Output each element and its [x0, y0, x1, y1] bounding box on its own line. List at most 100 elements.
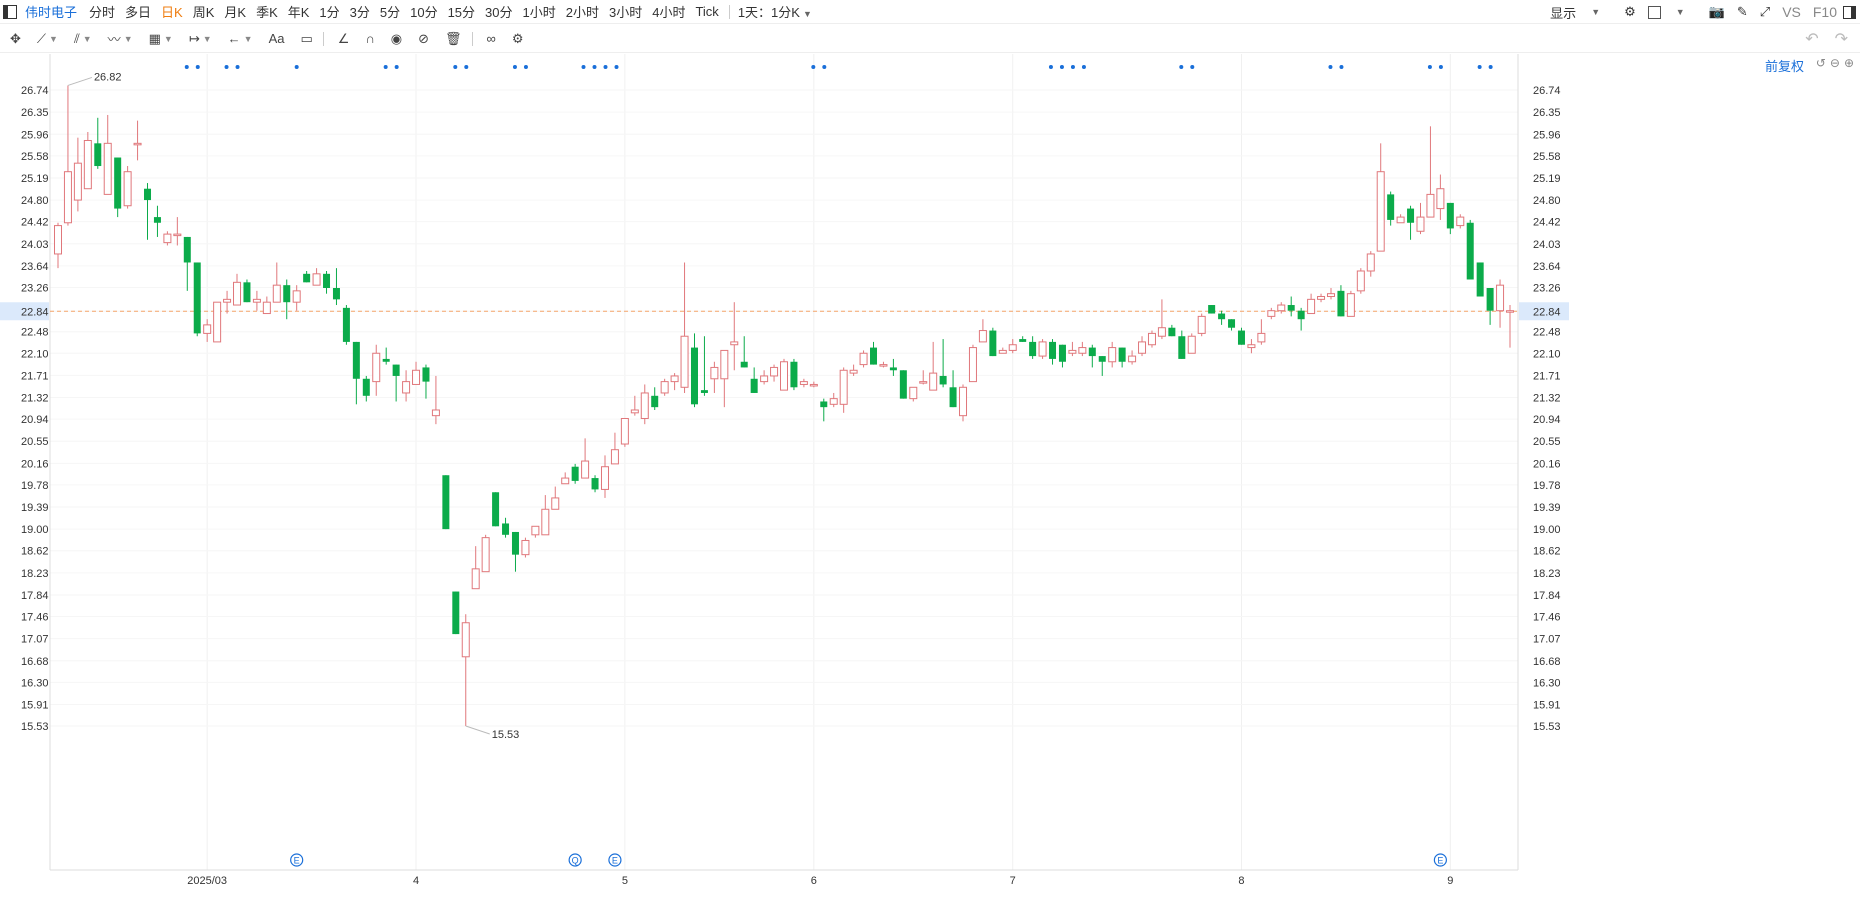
- settings-icon[interactable]: ⚙: [512, 31, 524, 47]
- candle-body-up[interactable]: [640, 392, 649, 419]
- candle-body-down[interactable]: [690, 347, 698, 405]
- candle-body-down[interactable]: [1287, 305, 1295, 311]
- candle-body-up[interactable]: [780, 361, 788, 391]
- candle-body-up[interactable]: [919, 381, 928, 384]
- display-menu[interactable]: 显示 ▼: [1550, 3, 1612, 22]
- line-tool-icon[interactable]: ⟋ ▼: [37, 31, 58, 47]
- candlestick-chart[interactable]: 26.74 26.74 26.35 26.35 25.96 25.96 25.58 25.58…: [0, 54, 1860, 909]
- text-tool[interactable]: Aa: [269, 31, 285, 46]
- candle-body-up[interactable]: [760, 375, 769, 383]
- candle-body-down[interactable]: [511, 531, 519, 555]
- candle-body-down[interactable]: [183, 236, 191, 263]
- candle-body-up[interactable]: [1038, 341, 1047, 357]
- candle-body-up[interactable]: [223, 298, 232, 303]
- candle-body-down[interactable]: [332, 288, 340, 300]
- candle-body-up[interactable]: [431, 409, 440, 417]
- candle-body-down[interactable]: [1297, 310, 1305, 320]
- candle-body-down[interactable]: [153, 217, 161, 223]
- signal-dot[interactable]: [811, 65, 816, 69]
- candle-body-down[interactable]: [591, 478, 599, 490]
- fullscreen-icon[interactable]: ⤢: [1760, 4, 1770, 20]
- period-tab[interactable]: 日K: [161, 2, 183, 21]
- candle-body-up[interactable]: [1157, 327, 1166, 337]
- candle-body-down[interactable]: [283, 285, 291, 303]
- candle-body-up[interactable]: [123, 171, 132, 207]
- period-tab[interactable]: 季K: [256, 2, 278, 21]
- candle-body-up[interactable]: [133, 142, 142, 146]
- zoom-out-icon[interactable]: ⊖: [1830, 56, 1840, 70]
- signal-dot[interactable]: [1339, 65, 1344, 69]
- candle-body-up[interactable]: [1436, 188, 1445, 210]
- candle-body-down[interactable]: [949, 387, 957, 408]
- candle-body-down[interactable]: [1029, 341, 1037, 357]
- signal-dot[interactable]: [603, 65, 608, 69]
- candle-body-down[interactable]: [989, 330, 997, 357]
- candle-body-up[interactable]: [1317, 296, 1326, 300]
- pencil-icon[interactable]: ✎: [1737, 4, 1748, 20]
- signal-dot[interactable]: [1081, 65, 1086, 69]
- candle-body-up[interactable]: [1456, 216, 1465, 227]
- candle-body-down[interactable]: [1049, 341, 1057, 359]
- f10-button[interactable]: F10: [1813, 4, 1837, 20]
- signal-dot[interactable]: [1059, 65, 1064, 69]
- signal-dot[interactable]: [453, 65, 458, 69]
- candle-body-down[interactable]: [899, 370, 907, 399]
- candle-body-up[interactable]: [163, 233, 172, 244]
- signal-dot[interactable]: [512, 65, 517, 69]
- period-tab[interactable]: 30分: [485, 2, 512, 21]
- signal-dot[interactable]: [464, 65, 469, 69]
- candle-body-down[interactable]: [651, 395, 659, 408]
- signal-dot[interactable]: [1048, 65, 1053, 69]
- candle-body-down[interactable]: [492, 492, 500, 527]
- signal-dot[interactable]: [614, 65, 619, 69]
- candle-body-up[interactable]: [720, 349, 729, 380]
- candle-body-up[interactable]: [461, 622, 470, 658]
- candle-body-down[interactable]: [452, 591, 460, 635]
- candle-body-up[interactable]: [660, 381, 669, 394]
- camera-icon[interactable]: 📷: [1709, 4, 1725, 20]
- candle-body-up[interactable]: [1068, 349, 1077, 354]
- candle-body-down[interactable]: [323, 273, 331, 289]
- candle-body-down[interactable]: [700, 390, 708, 393]
- period-tab[interactable]: 3小时: [609, 2, 642, 21]
- candle-body-down[interactable]: [750, 378, 758, 393]
- candle-body-up[interactable]: [581, 460, 590, 479]
- arrow-tool-icon[interactable]: ← ▼: [228, 31, 253, 46]
- candle-body-up[interactable]: [481, 537, 490, 573]
- candle-body-down[interactable]: [392, 364, 400, 376]
- candle-body-up[interactable]: [600, 466, 609, 490]
- period-tab[interactable]: 5分: [380, 2, 400, 21]
- candle-body-up[interactable]: [252, 298, 261, 303]
- candle-body-down[interactable]: [1237, 330, 1245, 345]
- candle-body-down[interactable]: [1446, 202, 1454, 229]
- signal-dot[interactable]: [1427, 65, 1432, 69]
- signal-dot[interactable]: [1438, 65, 1443, 69]
- candle-body-up[interactable]: [610, 449, 619, 465]
- period-tab[interactable]: 分时: [89, 2, 115, 21]
- signal-dot[interactable]: [224, 65, 229, 69]
- candle-body-down[interactable]: [243, 282, 251, 303]
- candle-body-down[interactable]: [352, 341, 360, 379]
- trash-icon[interactable]: 🗑: [445, 31, 462, 47]
- period-tab[interactable]: 2小时: [566, 2, 599, 21]
- eye-icon[interactable]: ◉: [391, 31, 402, 47]
- magnet-icon[interactable]: ∩: [365, 31, 374, 46]
- candle-body-up[interactable]: [1197, 315, 1206, 334]
- candle-body-up[interactable]: [203, 324, 212, 334]
- candle-body-up[interactable]: [968, 347, 977, 383]
- candle-body-up[interactable]: [1277, 304, 1286, 312]
- candle-body-up[interactable]: [849, 369, 858, 374]
- reset-icon[interactable]: ↺: [1816, 56, 1826, 70]
- period-tab[interactable]: Tick: [695, 4, 718, 19]
- candle-body-up[interactable]: [1356, 270, 1365, 292]
- candle-body-down[interactable]: [1387, 194, 1395, 220]
- settings-icon[interactable]: ⚙: [1624, 4, 1636, 20]
- wave-tool-icon[interactable]: 〰 ▼: [108, 29, 133, 48]
- candle-body-up[interactable]: [839, 369, 848, 405]
- signal-dot[interactable]: [184, 65, 189, 69]
- candle-body-up[interactable]: [620, 417, 629, 445]
- candle-body-up[interactable]: [103, 142, 112, 195]
- candle-body-up[interactable]: [680, 335, 689, 388]
- candle-body-up[interactable]: [859, 352, 868, 366]
- candle-body-down[interactable]: [1476, 262, 1484, 297]
